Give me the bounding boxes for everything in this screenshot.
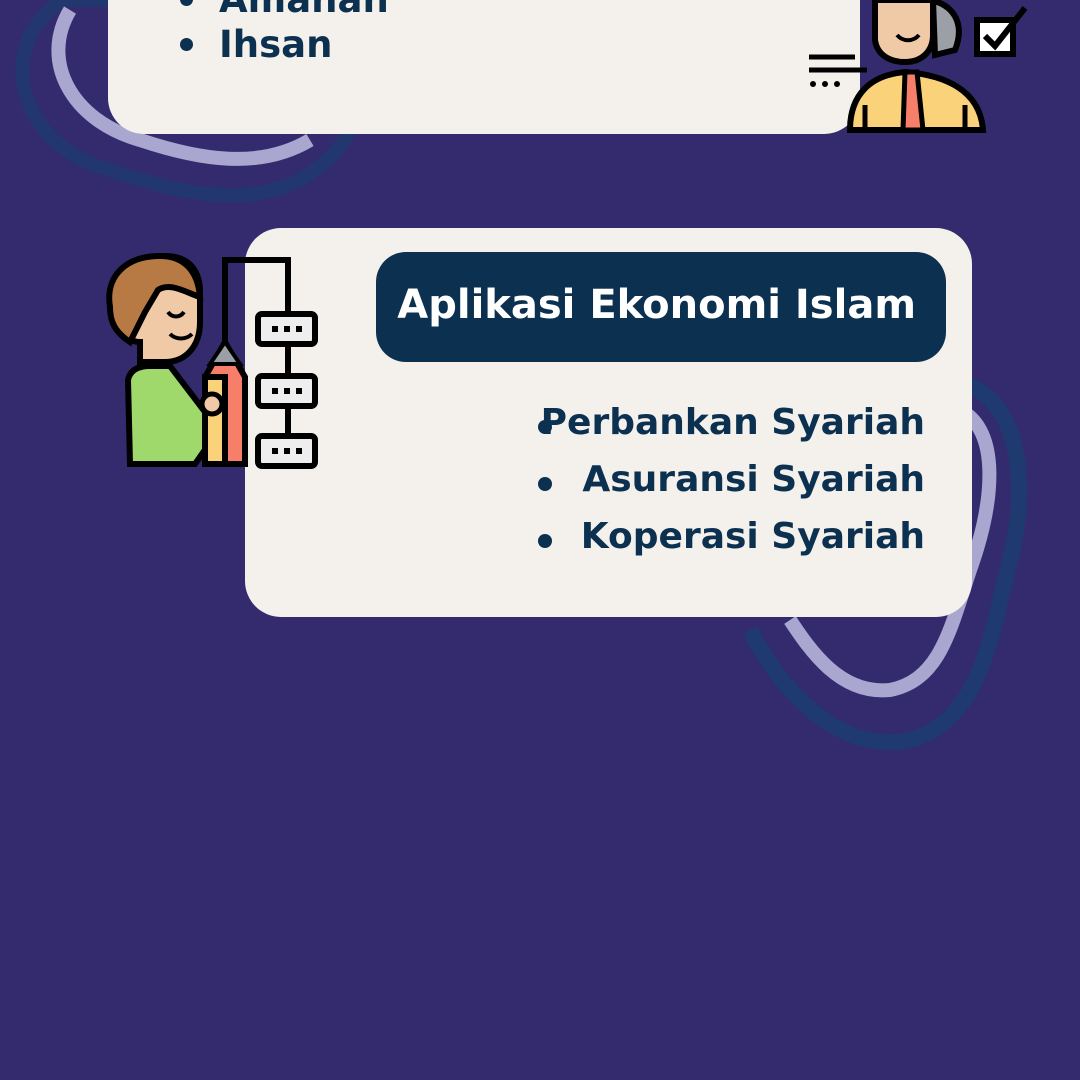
main-card-list: Perbankan Syariah Asuransi Syariah Koper…	[530, 398, 925, 569]
bullet	[538, 534, 552, 548]
top-card-item-amanah: Amanah	[180, 0, 389, 21]
list-item: Koperasi Syariah	[530, 512, 925, 569]
bullet	[538, 477, 552, 491]
main-card-title: Aplikasi Ekonomi Islam	[397, 282, 916, 328]
bullet	[180, 38, 193, 51]
top-card: Amanah Ihsan	[108, 0, 860, 134]
top-card-item-label: Amanah	[219, 0, 389, 21]
list-item: Asuransi Syariah	[530, 455, 925, 512]
list-item-label: Koperasi Syariah	[580, 516, 925, 557]
top-card-item-ihsan: Ihsan	[180, 23, 332, 66]
top-card-list: Amanah Ihsan	[108, 0, 860, 134]
bullet	[180, 0, 193, 6]
top-card-item-label: Ihsan	[219, 23, 333, 66]
list-item-label: Asuransi Syariah	[582, 459, 925, 500]
list-item: Perbankan Syariah	[530, 398, 925, 455]
main-card-title-pill: Aplikasi Ekonomi Islam	[376, 252, 946, 362]
businessman-checklist-icon	[809, 0, 1028, 133]
list-item-label: Perbankan Syariah	[540, 402, 925, 443]
man-with-pencil-chart-icon	[106, 252, 318, 469]
